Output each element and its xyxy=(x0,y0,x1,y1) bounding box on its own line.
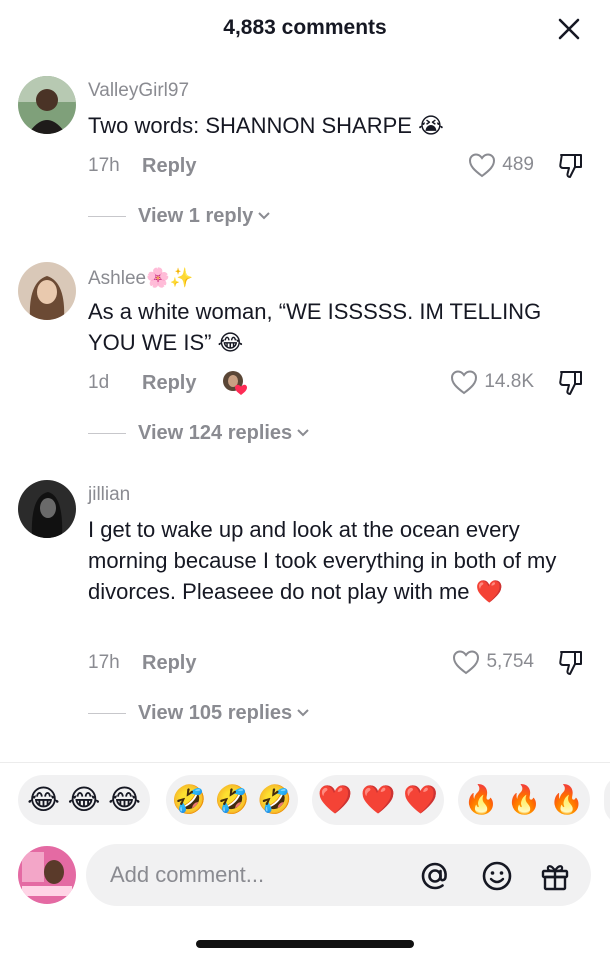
like-button[interactable]: 489 xyxy=(468,150,534,180)
dislike-button[interactable] xyxy=(556,647,586,677)
view-replies-button[interactable]: View 105 replies xyxy=(88,700,310,726)
comment-input-row xyxy=(0,836,610,916)
heart-outline-icon[interactable] xyxy=(452,649,480,675)
close-icon[interactable] xyxy=(554,14,584,44)
thumbs-down-icon[interactable] xyxy=(556,150,586,180)
comment-input[interactable] xyxy=(110,844,410,906)
comment-username[interactable]: jillian xyxy=(88,484,130,506)
heart-outline-icon[interactable] xyxy=(468,152,496,178)
comment-text: I get to wake up and look at the ocean e… xyxy=(88,517,557,604)
emoji-pill-fire[interactable]: 🔥 🔥 🔥 xyxy=(458,775,590,825)
emoji-button[interactable] xyxy=(480,859,514,893)
avatar[interactable] xyxy=(18,262,76,320)
comment-meta: 17h Reply xyxy=(88,649,196,677)
comment-username[interactable]: Ashlee🌸✨ xyxy=(88,266,193,290)
view-replies-button[interactable]: View 124 replies xyxy=(88,420,310,446)
heart-outline-icon[interactable] xyxy=(450,369,478,395)
comment-text: Two words: SHANNON SHARPE 😭 xyxy=(88,113,444,138)
gift-icon[interactable] xyxy=(538,859,572,893)
comments-count-title: 4,883 comments xyxy=(223,16,387,39)
close-button[interactable] xyxy=(554,14,584,44)
gift-button[interactable] xyxy=(538,859,572,893)
emoji-pill-more[interactable] xyxy=(604,775,610,825)
reply-button[interactable]: Reply xyxy=(142,652,196,675)
chevron-down-icon[interactable] xyxy=(296,428,310,438)
divider xyxy=(88,712,126,714)
divider xyxy=(88,432,126,434)
home-indicator xyxy=(196,940,414,948)
mention-button[interactable] xyxy=(418,859,452,893)
like-button[interactable]: 14.8K xyxy=(450,367,534,397)
comment-meta: 1d Reply xyxy=(88,369,248,397)
current-user-avatar xyxy=(18,846,76,904)
view-replies-label[interactable]: View 105 replies xyxy=(138,702,292,725)
emoji-quick-bar: 😂 😂 😂 🤣 🤣 🤣 ❤️ ❤️ ❤️ 🔥 🔥 🔥 xyxy=(0,762,610,834)
thumbs-down-icon[interactable] xyxy=(556,647,586,677)
comment-time: 1d xyxy=(88,372,110,393)
emoji-pill-laughing[interactable]: 😂 😂 😂 xyxy=(18,775,150,825)
comment-input-box[interactable] xyxy=(86,844,591,906)
chevron-down-icon[interactable] xyxy=(296,708,310,718)
comment-time: 17h xyxy=(88,155,120,176)
view-replies-label[interactable]: View 124 replies xyxy=(138,422,292,445)
emoji-pill-hearts[interactable]: ❤️ ❤️ ❤️ xyxy=(312,775,444,825)
avatar[interactable] xyxy=(18,480,76,538)
like-count: 14.8K xyxy=(484,371,534,392)
emoji-pill-rofl[interactable]: 🤣 🤣 🤣 xyxy=(166,775,298,825)
comment-time: 17h xyxy=(88,652,120,673)
like-count: 489 xyxy=(502,154,534,175)
reply-button[interactable]: Reply xyxy=(142,372,196,395)
divider xyxy=(88,215,126,217)
creator-liked-avatar xyxy=(222,370,248,396)
avatar[interactable] xyxy=(18,76,76,134)
at-sign-icon[interactable] xyxy=(418,859,452,893)
like-button[interactable]: 5,754 xyxy=(452,647,534,677)
reply-button[interactable]: Reply xyxy=(142,155,196,178)
view-replies-label[interactable]: View 1 reply xyxy=(138,205,253,228)
like-count: 5,754 xyxy=(486,651,534,672)
thumbs-down-icon[interactable] xyxy=(556,367,586,397)
view-replies-button[interactable]: View 1 reply xyxy=(88,203,271,229)
comment-meta: 17h Reply xyxy=(88,152,196,180)
dislike-button[interactable] xyxy=(556,367,586,397)
comment-text: As a white woman, “WE ISSSSS. IM TELLING… xyxy=(88,299,542,355)
dislike-button[interactable] xyxy=(556,150,586,180)
comments-header: 4,883 comments xyxy=(0,0,610,58)
smiley-icon[interactable] xyxy=(480,859,514,893)
chevron-down-icon[interactable] xyxy=(257,211,271,221)
comment-username[interactable]: ValleyGirl97 xyxy=(88,80,189,102)
